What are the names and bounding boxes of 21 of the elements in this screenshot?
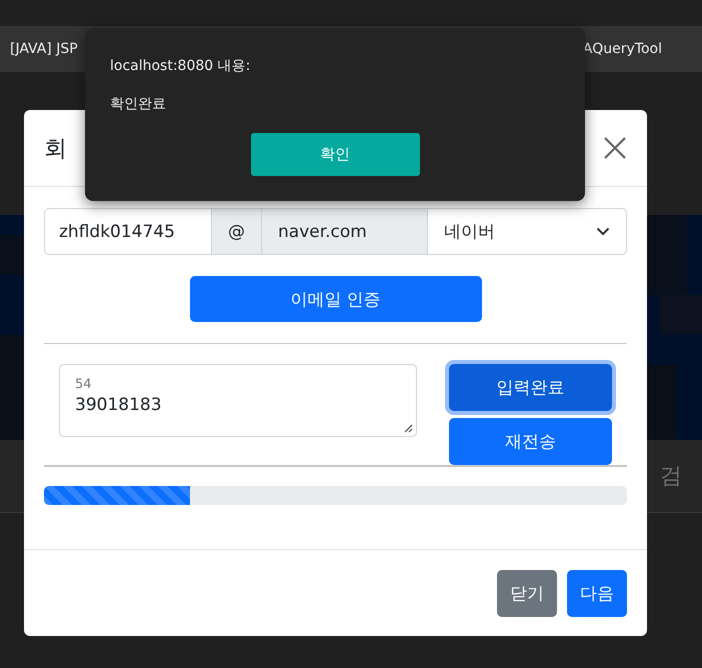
code-field[interactable]: 54 39018183 <box>59 364 417 437</box>
alert-message: 확인완료 <box>110 95 167 113</box>
resend-button[interactable]: 재전송 <box>449 418 612 465</box>
modal-title: 회 <box>44 134 67 164</box>
confirm-button[interactable]: 확인 <box>250 133 420 176</box>
domain-select[interactable]: 네이버 <box>428 208 627 255</box>
submit-code-button[interactable]: 입력완료 <box>449 364 612 411</box>
email-domain-field: naver.com <box>262 208 428 255</box>
email-verify-button[interactable]: 이메일 인증 <box>190 276 482 322</box>
browser-tab[interactable]: AQueryTool <box>582 41 662 57</box>
close-button[interactable] <box>603 136 627 160</box>
alert-origin: localhost:8080 내용: <box>110 57 252 75</box>
close-icon <box>603 136 627 160</box>
search-label: 검 <box>660 463 683 491</box>
browser-tab[interactable]: [JAVA] JSP <box>10 41 78 57</box>
next-button[interactable]: 다음 <box>567 570 627 616</box>
chevron-down-icon <box>596 227 610 236</box>
at-sign: @ <box>212 208 262 255</box>
close-modal-button[interactable]: 닫기 <box>497 570 557 616</box>
email-id-field[interactable]: zhfldk014745 <box>44 208 212 255</box>
resize-grip-icon[interactable] <box>404 424 413 433</box>
